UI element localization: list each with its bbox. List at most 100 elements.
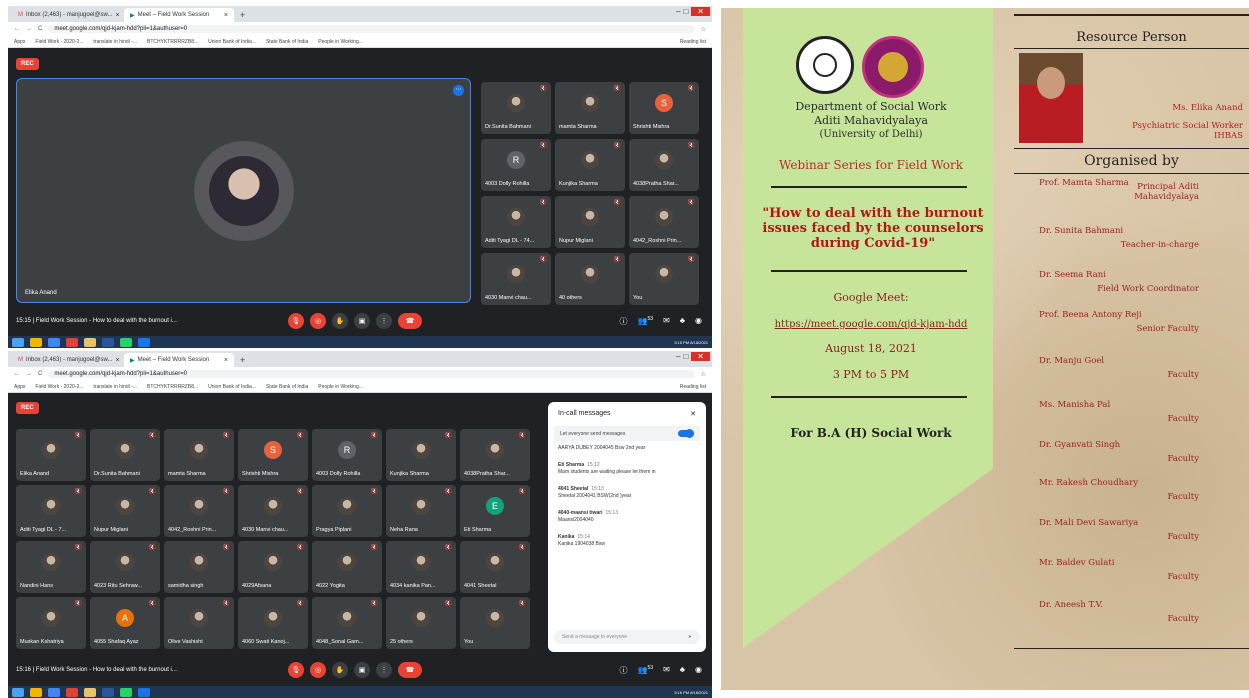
forward-icon[interactable]: → — [26, 371, 32, 377]
raise-hand-button[interactable]: ✋ — [332, 313, 348, 329]
participant-tile[interactable]: 🔇 4060 Swati Kanoj... — [238, 597, 308, 649]
bookmark[interactable]: People in Working... — [318, 384, 363, 390]
chrome-icon[interactable] — [30, 337, 42, 347]
ie-icon[interactable] — [48, 687, 60, 697]
participant-tile[interactable]: 🔇 4023 Ritu Sehraw... — [90, 541, 160, 593]
people-icon[interactable]: 👥53 — [638, 665, 654, 676]
info-icon[interactable]: ⓘ — [620, 665, 628, 676]
participant-tile[interactable]: 🔇 25 others — [386, 597, 456, 649]
bookmark[interactable]: Apps — [14, 39, 25, 45]
url-field[interactable]: meet.google.com/qjd-kjam-hdd?pli=1&authu… — [48, 25, 695, 33]
bookmark[interactable]: translate in hindi -... — [93, 39, 137, 45]
bookmark[interactable]: People in Working... — [318, 39, 363, 45]
participant-tile[interactable]: 🔇 Dr.Sunita Bahmani — [90, 429, 160, 481]
host-controls-icon[interactable]: ◉ — [695, 316, 702, 327]
mic-off-button[interactable]: 🎙 — [288, 662, 304, 678]
ie-icon[interactable] — [48, 337, 60, 347]
participant-tile[interactable]: 🔇 Nupur Miglani — [555, 196, 625, 248]
mic-off-button[interactable]: 🎙 — [288, 313, 304, 329]
bookmark[interactable]: Apps — [14, 384, 25, 390]
participant-tile[interactable]: 🔇 mamta Sharma — [164, 429, 234, 481]
more-options-button[interactable]: ⋮ — [376, 313, 392, 329]
leave-call-button[interactable]: ☎ — [398, 313, 422, 329]
bookmark[interactable]: BTCHYKTRRRRZB8... — [147, 384, 198, 390]
more-options-button[interactable]: ⋮ — [376, 662, 392, 678]
camera-off-button[interactable]: ◎ — [310, 313, 326, 329]
bookmark[interactable]: BTCHYKTRRRRZB8... — [147, 39, 198, 45]
start-icon[interactable] — [12, 687, 24, 697]
chrome-icon[interactable] — [30, 687, 42, 697]
participant-tile[interactable]: 🔇 Olive Vashisht — [164, 597, 234, 649]
participant-tile[interactable]: 🔇 Aditi Tyagi DL - 7... — [16, 485, 86, 537]
minimize-icon[interactable]: – — [676, 352, 680, 361]
participant-tile[interactable]: 🔇 Kunjika Sharma — [555, 139, 625, 191]
participant-tile[interactable]: 🔇 40 others — [555, 253, 625, 305]
participant-tile[interactable]: 🔇 R 4003 Dolly Rohilla — [481, 139, 551, 191]
word-icon[interactable] — [102, 337, 114, 347]
participant-tile[interactable]: 🔇 samidha singh — [164, 541, 234, 593]
participant-tile[interactable]: 🔇 Pragya Piplani — [312, 485, 382, 537]
chat-icon[interactable]: ✉ — [663, 665, 670, 676]
bookmark[interactable]: Field Work - 2020-2... — [35, 39, 83, 45]
bookmark[interactable]: State Bank of India — [266, 39, 308, 45]
app-icon[interactable] — [138, 337, 150, 347]
tab-gmail[interactable]: M Inbox (2,463) - manjugoel@sw... × — [12, 353, 122, 367]
participant-tile[interactable]: 🔇 S Shrishti Mishra — [629, 82, 699, 134]
participant-tile[interactable]: 🔇 4041 Sheetal — [460, 541, 530, 593]
star-icon[interactable]: ☆ — [701, 371, 706, 378]
chat-input[interactable]: Send a message to everyone ➤ — [554, 630, 700, 644]
reading-list[interactable]: Reading list — [680, 384, 706, 390]
reload-icon[interactable]: C — [38, 26, 42, 32]
close-window-icon[interactable]: ✕ — [691, 352, 710, 361]
participant-tile[interactable]: 🔇 Neha Rana — [386, 485, 456, 537]
raise-hand-button[interactable]: ✋ — [332, 662, 348, 678]
participant-tile[interactable]: 🔇 Nandini Hans — [16, 541, 86, 593]
folder-icon[interactable] — [84, 687, 96, 697]
participant-tile[interactable]: 🔇 4038Pratha Shar... — [629, 139, 699, 191]
close-icon[interactable]: ✕ — [690, 410, 696, 418]
tab-meet[interactable]: ▶ Meet – Field Work Session × — [124, 8, 234, 22]
participant-tile[interactable]: 🔇 R 4003 Dolly Rohilla — [312, 429, 382, 481]
message-list[interactable]: AARYA DUBEY 2004045 Bsw 2nd year Eti Shar… — [548, 441, 706, 611]
info-icon[interactable]: ⓘ — [620, 316, 628, 327]
bookmark[interactable]: Union Bank of India... — [208, 39, 256, 45]
minimize-icon[interactable]: – — [676, 7, 680, 16]
participant-tile[interactable]: 🔇 4042_Roshni Prin... — [164, 485, 234, 537]
participant-tile[interactable]: 🔇 4022 Yogita — [312, 541, 382, 593]
participant-tile[interactable]: 🔇 Muskan Kshatriya — [16, 597, 86, 649]
app-icon[interactable] — [138, 687, 150, 697]
people-icon[interactable]: 👥53 — [638, 316, 654, 327]
tab-meet[interactable]: ▶ Meet – Field Work Session × — [124, 353, 234, 367]
leave-call-button[interactable]: ☎ — [398, 662, 422, 678]
star-icon[interactable]: ☆ — [701, 26, 706, 33]
whatsapp-icon[interactable] — [120, 687, 132, 697]
present-button[interactable]: ▣ — [354, 313, 370, 329]
bookmark[interactable]: translate in hindi -... — [93, 384, 137, 390]
close-tab-icon[interactable]: × — [224, 357, 228, 364]
participant-tile[interactable]: 🔇 4038Pratha Shar... — [460, 429, 530, 481]
chat-icon[interactable]: ✉ — [663, 316, 670, 327]
activities-icon[interactable]: ♣ — [680, 316, 685, 327]
participant-tile[interactable]: 🔇 Kunjika Sharma — [386, 429, 456, 481]
main-video-tile[interactable]: ⋯ Elika Anand — [16, 78, 471, 303]
bookmark[interactable]: Field Work - 2020-2... — [35, 384, 83, 390]
camera-off-button[interactable]: ◎ — [310, 662, 326, 678]
maximize-icon[interactable]: □ — [683, 7, 688, 16]
maximize-icon[interactable]: □ — [683, 352, 688, 361]
start-icon[interactable] — [12, 337, 24, 347]
bookmark[interactable]: State Bank of India — [266, 384, 308, 390]
reload-icon[interactable]: C — [38, 371, 42, 377]
participant-tile[interactable]: 🔇 4030 Manvi chau... — [238, 485, 308, 537]
close-tab-icon[interactable]: × — [224, 12, 228, 19]
forward-icon[interactable]: → — [26, 26, 32, 32]
meet-link[interactable]: https://meet.google.com/qjd-kjam-hdd — [731, 319, 1011, 330]
whatsapp-icon[interactable] — [120, 337, 132, 347]
bookmark[interactable]: Union Bank of India... — [208, 384, 256, 390]
reading-list[interactable]: Reading list — [680, 39, 706, 45]
participant-tile[interactable]: 🔇 Nupur Miglani — [90, 485, 160, 537]
new-tab-button[interactable]: + — [236, 355, 249, 367]
tab-gmail[interactable]: M Inbox (2,463) - manjugoel@sw... × — [12, 8, 122, 22]
folder-icon[interactable] — [84, 337, 96, 347]
close-tab-icon[interactable]: × — [115, 357, 119, 364]
url-field[interactable]: meet.google.com/qjd-kjam-hdd?pli=1&authu… — [48, 370, 695, 378]
